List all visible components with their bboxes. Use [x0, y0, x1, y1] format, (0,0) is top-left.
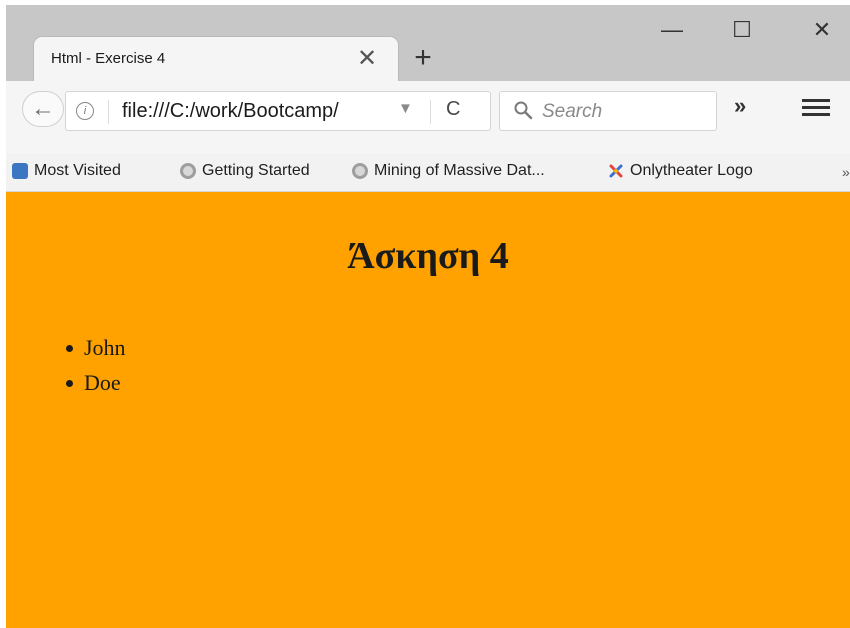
bookmark-most-visited[interactable]: Most Visited: [12, 162, 121, 180]
maximize-button[interactable]: ☐: [722, 15, 762, 45]
bookmark-mining-of-massive-datasets[interactable]: Mining of Massive Dat...: [352, 162, 545, 180]
hamburger-menu-icon[interactable]: [802, 95, 830, 119]
globe-icon: [180, 163, 196, 179]
bookmarks-toolbar: Most Visited Getting Started Mining of M…: [6, 153, 850, 192]
search-icon: [514, 101, 533, 120]
search-placeholder: Search: [542, 101, 603, 122]
navigation-toolbar: ← i file:///C:/work/Bootcamp/ ▼ C Search…: [6, 81, 850, 161]
minimize-button[interactable]: —: [652, 15, 692, 45]
back-button[interactable]: ←: [23, 92, 63, 126]
tab-exercise-4[interactable]: Html - Exercise 4 ✕: [34, 37, 398, 85]
reload-icon[interactable]: C: [446, 98, 460, 121]
bookmark-label: Getting Started: [202, 162, 310, 179]
info-icon[interactable]: i: [76, 102, 94, 120]
bookmark-label: Most Visited: [34, 162, 121, 179]
url-bar[interactable]: i file:///C:/work/Bootcamp/ ▼ C: [66, 92, 490, 130]
url-separator-2: [430, 100, 431, 124]
tab-title: Html - Exercise 4: [51, 50, 166, 67]
bookmark-onlytheater-logo[interactable]: Onlytheater Logo: [608, 162, 753, 180]
logo-icon: [609, 164, 623, 178]
browser-window: Html - Exercise 4 ✕ + — ☐ ✕ ← i file:///…: [6, 5, 850, 628]
bookmarks-overflow-icon[interactable]: »: [842, 164, 850, 180]
list-item: Doe: [62, 365, 126, 400]
name-list: John Doe: [62, 330, 126, 400]
new-tab-button[interactable]: +: [408, 43, 438, 73]
page-content: Άσκηση 4 John Doe: [6, 192, 850, 628]
toolbar-overflow-button[interactable]: »: [734, 93, 746, 119]
bookmark-getting-started[interactable]: Getting Started: [180, 162, 310, 180]
search-input[interactable]: Search: [500, 92, 716, 130]
globe-icon: [352, 163, 368, 179]
bookmark-label: Onlytheater Logo: [630, 162, 753, 179]
tab-strip: Html - Exercise 4 ✕ + — ☐ ✕: [6, 5, 850, 85]
url-dropdown-icon[interactable]: ▼: [398, 100, 413, 117]
page-heading: Άσκηση 4: [347, 235, 509, 277]
tab-close-icon[interactable]: ✕: [354, 46, 380, 72]
list-item: John: [62, 330, 126, 365]
bookmark-label: Mining of Massive Dat...: [374, 162, 545, 179]
most-visited-icon: [12, 163, 28, 179]
close-window-button[interactable]: ✕: [802, 15, 842, 45]
url-separator: [108, 100, 109, 124]
url-text[interactable]: file:///C:/work/Bootcamp/: [122, 100, 339, 123]
